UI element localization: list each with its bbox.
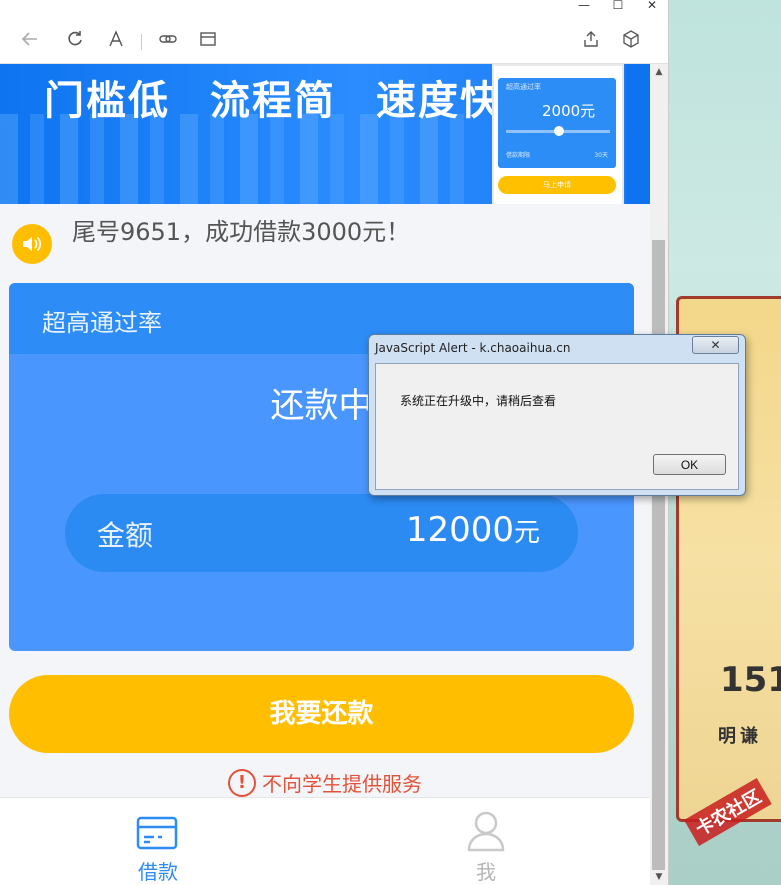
share-icon[interactable]: [580, 30, 602, 52]
slogan-2: 流程简: [210, 78, 336, 124]
dialog-close-button[interactable]: ✕: [692, 336, 739, 354]
phone-term-value: 30天: [594, 152, 608, 159]
amount-value: 12000元: [406, 510, 540, 550]
banner-edge: [626, 64, 650, 204]
background-number: 151: [720, 660, 781, 700]
maximize-button[interactable]: ☐: [606, 0, 630, 14]
loan-card-icon: [136, 816, 178, 854]
scroll-down-icon[interactable]: ▼: [650, 869, 668, 885]
notice-bar: 尾号9651，成功借款3000元！: [0, 204, 650, 266]
user-icon: [466, 810, 506, 856]
city-skyline: [0, 114, 480, 204]
warning-icon: !: [228, 768, 256, 797]
amount-number: 12000: [405, 510, 514, 550]
promo-banner[interactable]: 门槛低 流程简 速度快 超高通过率 2000元 借款期限 30天 马上申请: [0, 64, 650, 204]
refresh-icon[interactable]: [64, 30, 86, 52]
phone-amount: 2000元: [542, 102, 596, 120]
javascript-alert-dialog: JavaScript Alert - k.chaoaihua.cn ✕ 系统正在…: [368, 334, 746, 496]
scroll-up-icon[interactable]: ▲: [650, 64, 668, 80]
phone-term-label: 借款期限: [506, 152, 531, 159]
close-window-button[interactable]: ✕: [640, 0, 664, 14]
speaker-icon: [12, 224, 52, 264]
phone-card-label: 超高通过率: [506, 83, 541, 91]
notice-text: 尾号9651，成功借款3000元！: [72, 218, 411, 246]
cube-icon[interactable]: [620, 30, 642, 52]
phone-card: 超高通过率 2000元 借款期限 30天: [498, 78, 616, 168]
repay-button[interactable]: 我要还款: [9, 675, 634, 753]
dialog-body: 系统正在升级中，请稍后查看 OK: [375, 363, 739, 490]
slogan-3: 速度快: [376, 78, 502, 124]
reader-font-icon[interactable]: [105, 30, 127, 52]
browser-toolbar: [0, 20, 668, 64]
window-icon[interactable]: [197, 30, 219, 52]
back-arrow-icon[interactable]: [19, 30, 41, 52]
card-header-label: 超高通过率: [42, 309, 162, 337]
bottom-tab-bar: 借款 我: [0, 797, 650, 885]
background-text: 明谦: [718, 726, 762, 747]
toolbar-separator: [141, 34, 142, 50]
tab-loan-label: 借款: [138, 860, 178, 884]
tab-me-label: 我: [476, 860, 496, 884]
link-icon[interactable]: [157, 30, 179, 52]
title-bar: — ☐ ✕: [0, 0, 668, 20]
warning-text: 不向学生提供服务: [262, 772, 422, 796]
dialog-ok-button[interactable]: OK: [653, 454, 726, 475]
phone-apply-button: 马上申请: [498, 176, 616, 194]
dialog-title: JavaScript Alert - k.chaoaihua.cn: [375, 341, 571, 355]
amount-label: 金额: [97, 519, 154, 552]
amount-pill: 金额 12000元: [65, 494, 578, 572]
tab-me[interactable]: 我: [386, 798, 586, 885]
minimize-button[interactable]: —: [572, 0, 596, 14]
phone-slider-knob: [554, 126, 564, 136]
banner-phone-mockup: 超高通过率 2000元 借款期限 30天 马上申请: [492, 64, 624, 204]
banner-slogan: 门槛低 流程简 速度快: [44, 68, 542, 126]
tab-loan[interactable]: 借款: [58, 798, 258, 885]
amount-unit: 元: [513, 518, 540, 548]
slogan-1: 门槛低: [44, 78, 170, 124]
student-warning: ! 不向学生提供服务: [0, 768, 650, 797]
dialog-message: 系统正在升级中，请稍后查看: [400, 394, 557, 408]
